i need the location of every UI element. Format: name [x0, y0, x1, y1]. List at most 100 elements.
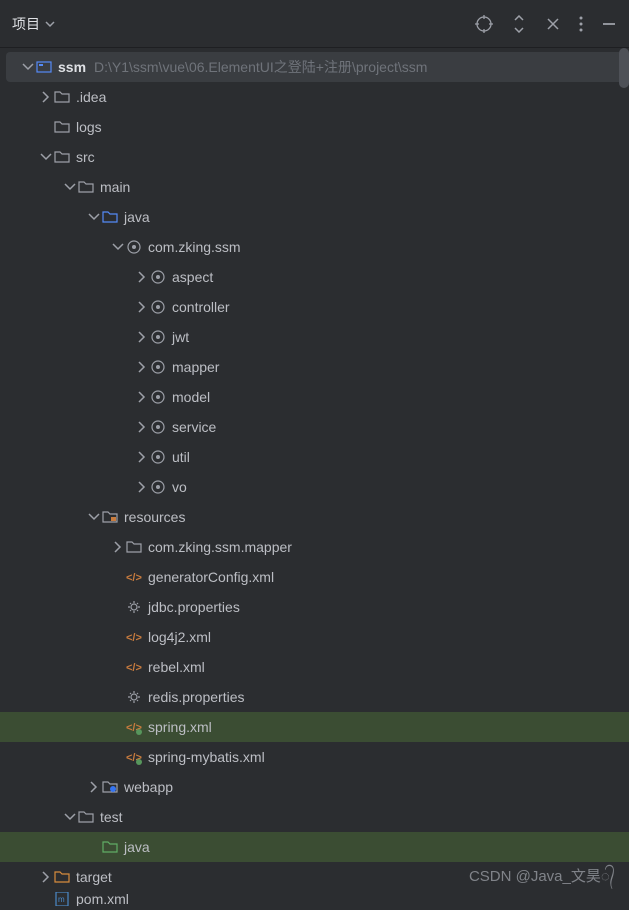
tree-label: rebel.xml: [148, 659, 205, 675]
tree-label: java: [124, 209, 150, 225]
tree-label: com.zking.ssm: [148, 239, 241, 255]
web-folder-icon: [102, 779, 118, 795]
tree-item-model[interactable]: model: [0, 382, 629, 412]
package-icon: [150, 419, 166, 435]
tree-label: util: [172, 449, 190, 465]
tree-item-package[interactable]: com.zking.ssm: [0, 232, 629, 262]
chevron-down-icon[interactable]: [86, 209, 102, 225]
tree-item-redisprops[interactable]: redis.properties: [0, 682, 629, 712]
target-icon[interactable]: [475, 15, 493, 33]
chevron-down-icon[interactable]: [20, 59, 36, 75]
tree-item-mapper-pkg[interactable]: com.zking.ssm.mapper: [0, 532, 629, 562]
spring-xml-icon: [126, 749, 142, 765]
tree-label: pom.xml: [76, 892, 129, 906]
chevron-right-icon[interactable]: [134, 449, 150, 465]
tree-label: test: [100, 809, 123, 825]
tree-label: target: [76, 869, 112, 885]
tree-item-pom[interactable]: pom.xml: [0, 892, 629, 906]
folder-icon: [78, 809, 94, 825]
tree-label: resources: [124, 509, 185, 525]
tree-item-log4j2[interactable]: log4j2.xml: [0, 622, 629, 652]
chevron-right-icon[interactable]: [38, 869, 54, 885]
tree-label: vo: [172, 479, 187, 495]
tree-item-java[interactable]: java: [0, 202, 629, 232]
toolbar-title: 项目: [12, 14, 40, 34]
tree-label: .idea: [76, 89, 106, 105]
chevron-right-icon[interactable]: [134, 359, 150, 375]
spring-xml-icon: [126, 719, 142, 735]
chevron-right-icon[interactable]: [134, 479, 150, 495]
package-icon: [150, 479, 166, 495]
tree-label: service: [172, 419, 216, 435]
vertical-scrollbar[interactable]: [619, 48, 629, 88]
tree-item-webapp[interactable]: webapp: [0, 772, 629, 802]
chevron-down-icon[interactable]: [62, 179, 78, 195]
tree-label: logs: [76, 119, 102, 135]
tree-item-src[interactable]: src: [0, 142, 629, 172]
tree-item-vo[interactable]: vo: [0, 472, 629, 502]
expand-collapse-icon[interactable]: [511, 15, 527, 33]
tree-label: webapp: [124, 779, 173, 795]
tree-item-spring[interactable]: spring.xml: [0, 712, 629, 742]
tree-label: spring.xml: [148, 719, 212, 735]
tree-label: java: [124, 839, 150, 855]
resources-folder-icon: [102, 509, 118, 525]
tree-item-rebel[interactable]: rebel.xml: [0, 652, 629, 682]
folder-icon: [54, 149, 70, 165]
tree-item-main[interactable]: main: [0, 172, 629, 202]
tree-item-springmybatis[interactable]: spring-mybatis.xml: [0, 742, 629, 772]
tree-item-service[interactable]: service: [0, 412, 629, 442]
folder-icon: [126, 539, 142, 555]
tree-item-controller[interactable]: controller: [0, 292, 629, 322]
project-view-selector[interactable]: 项目: [12, 14, 56, 34]
folder-icon: [54, 119, 70, 135]
package-icon: [150, 389, 166, 405]
chevron-right-icon[interactable]: [134, 419, 150, 435]
chevron-down-icon[interactable]: [110, 239, 126, 255]
tree-item-generatorconfig[interactable]: generatorConfig.xml: [0, 562, 629, 592]
tree-label: model: [172, 389, 210, 405]
folder-blue-icon: [102, 209, 118, 225]
chevron-right-icon[interactable]: [134, 389, 150, 405]
chevron-right-icon[interactable]: [134, 329, 150, 345]
chevron-down-icon: [44, 18, 56, 30]
tree-label: jdbc.properties: [148, 599, 240, 615]
chevron-right-icon[interactable]: [134, 269, 150, 285]
more-icon[interactable]: [579, 16, 583, 32]
gear-icon: [126, 689, 142, 705]
chevron-down-icon[interactable]: [38, 149, 54, 165]
tree-item-test-java[interactable]: java: [0, 832, 629, 862]
tree-item-aspect[interactable]: aspect: [0, 262, 629, 292]
chevron-right-icon[interactable]: [86, 779, 102, 795]
xml-file-icon: [126, 569, 142, 585]
chevron-right-icon[interactable]: [110, 539, 126, 555]
watermark: CSDN @Java_文昊᭄: [469, 865, 615, 892]
tree-label: redis.properties: [148, 689, 245, 705]
tree-item-idea[interactable]: .idea: [0, 82, 629, 112]
close-icon[interactable]: [545, 16, 561, 32]
chevron-right-icon[interactable]: [134, 299, 150, 315]
tree-item-util[interactable]: util: [0, 442, 629, 472]
chevron-down-icon[interactable]: [86, 509, 102, 525]
tree-item-logs[interactable]: logs: [0, 112, 629, 142]
tree-label: ssm: [58, 59, 86, 75]
package-icon: [150, 299, 166, 315]
tree-label: src: [76, 149, 95, 165]
gear-icon: [126, 599, 142, 615]
tree-item-test[interactable]: test: [0, 802, 629, 832]
tree-item-mapper[interactable]: mapper: [0, 352, 629, 382]
tree-item-jdbcprops[interactable]: jdbc.properties: [0, 592, 629, 622]
package-icon: [150, 269, 166, 285]
tree-item-jwt[interactable]: jwt: [0, 322, 629, 352]
project-tree: ssm D:\Y1\ssm\vue\06.ElementUI之登陆+注册\pro…: [0, 48, 629, 910]
tree-label: spring-mybatis.xml: [148, 749, 265, 765]
project-toolbar: 项目: [0, 0, 629, 48]
tree-label: main: [100, 179, 130, 195]
tree-label: controller: [172, 299, 230, 315]
folder-icon: [54, 89, 70, 105]
tree-item-resources[interactable]: resources: [0, 502, 629, 532]
chevron-down-icon[interactable]: [62, 809, 78, 825]
chevron-right-icon[interactable]: [38, 89, 54, 105]
tree-root-ssm[interactable]: ssm D:\Y1\ssm\vue\06.ElementUI之登陆+注册\pro…: [6, 52, 623, 82]
minimize-icon[interactable]: [601, 16, 617, 32]
